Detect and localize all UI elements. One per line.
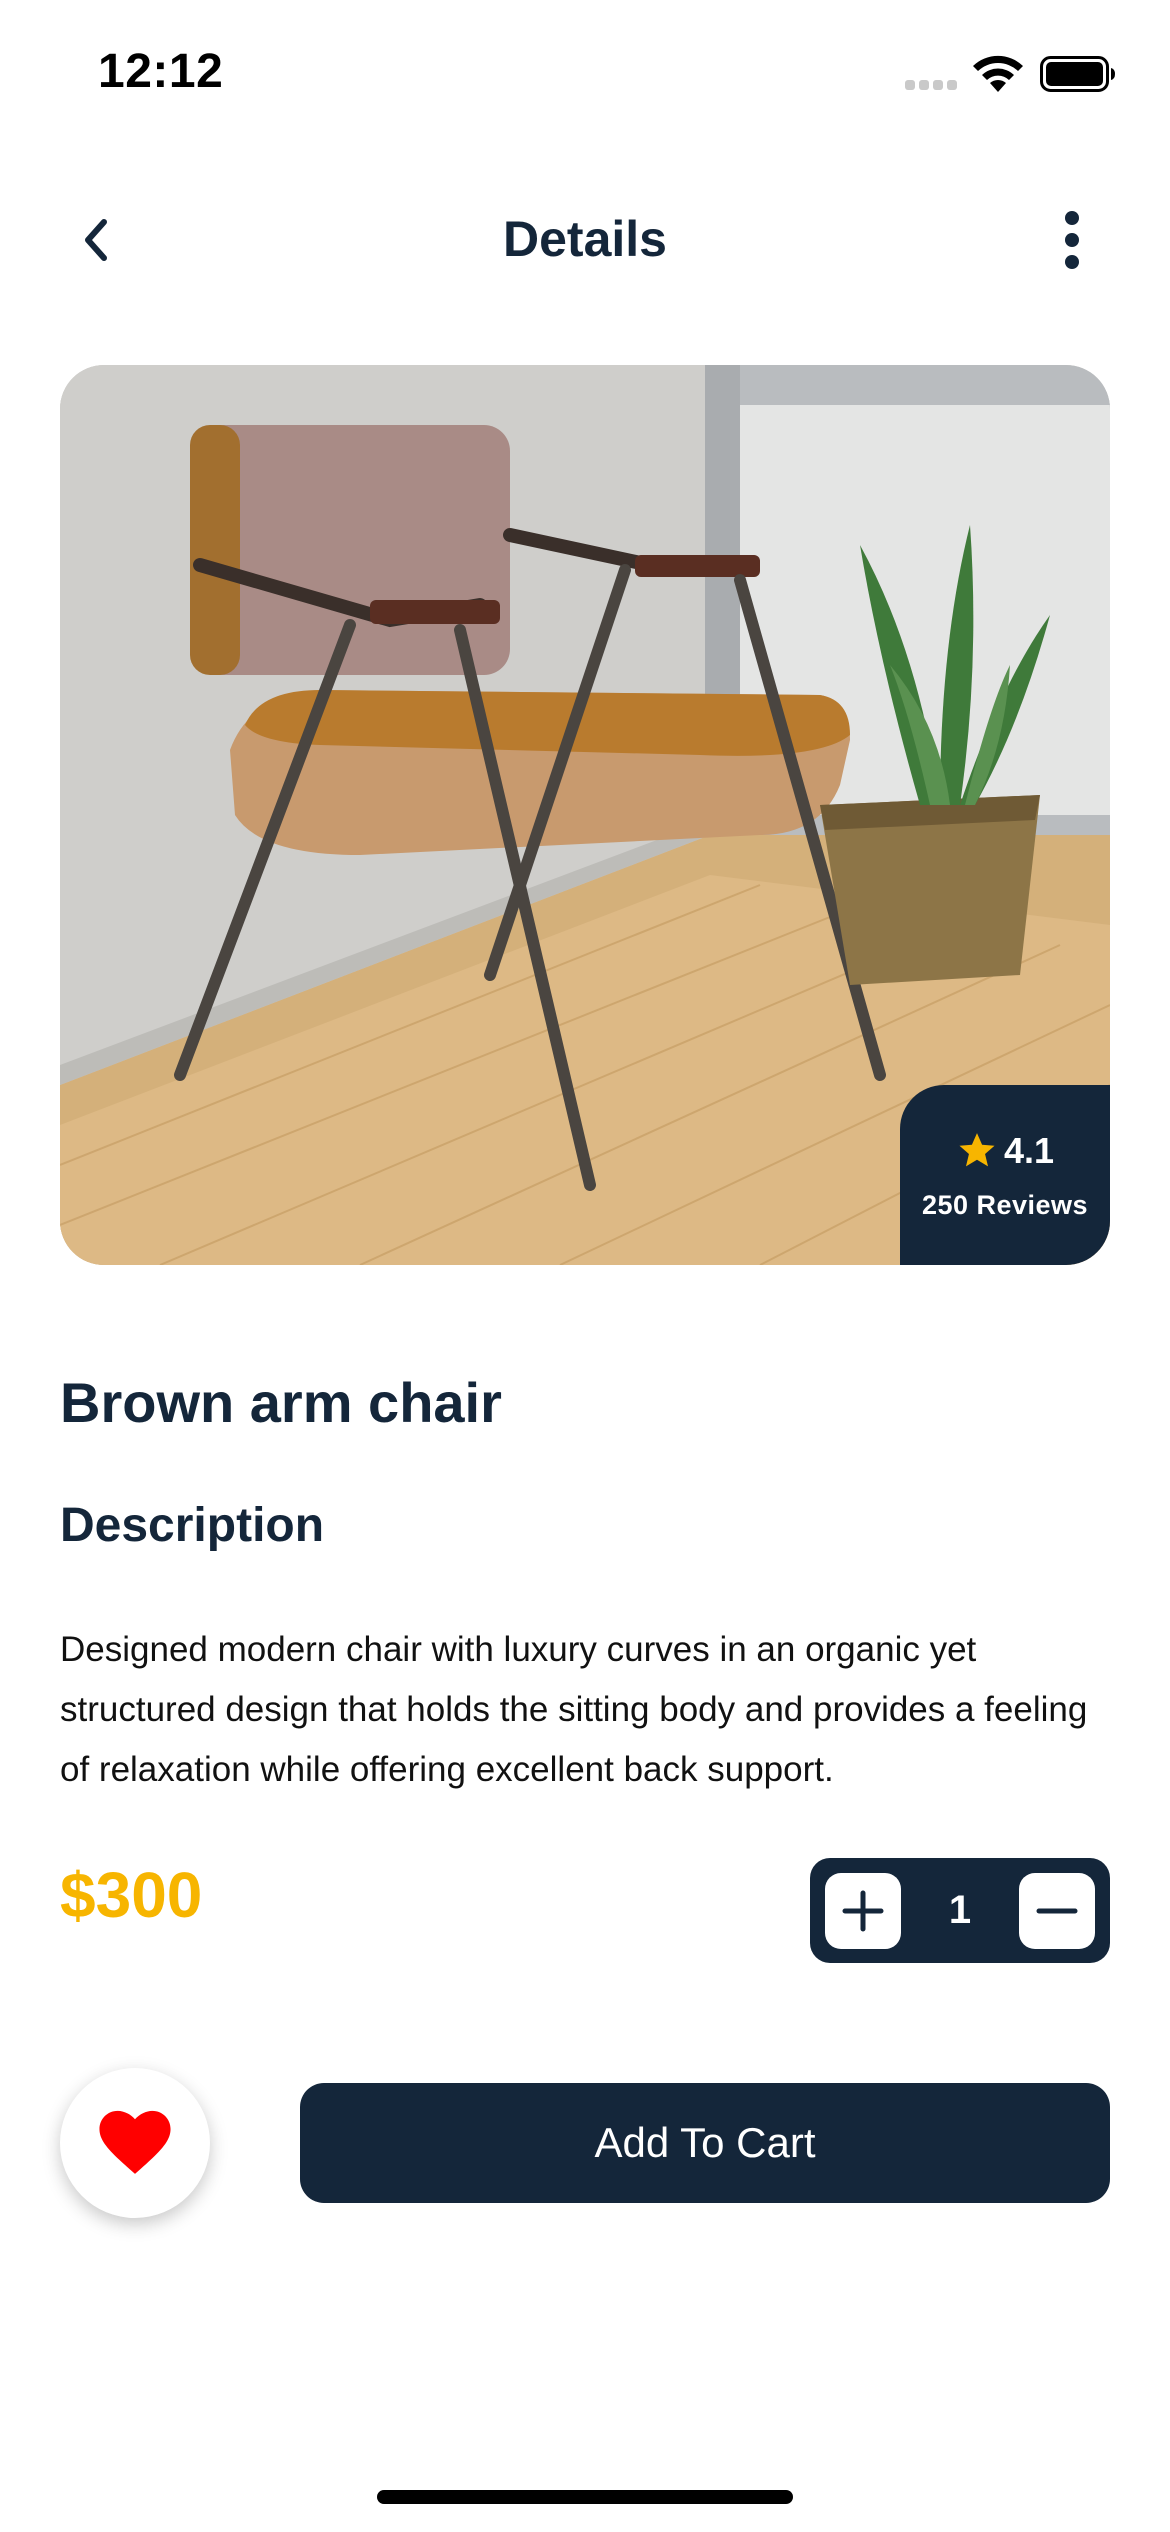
rating-value: 4.1 bbox=[1003, 1129, 1055, 1171]
star-icon bbox=[959, 1132, 995, 1166]
product-price: $300 bbox=[60, 1859, 203, 1931]
status-time: 12:12 bbox=[98, 45, 224, 98]
rating-row: 4.1 bbox=[956, 1130, 1054, 1172]
decrease-quantity-button[interactable] bbox=[1019, 1872, 1095, 1949]
product-image: 4.1 250 Reviews bbox=[60, 365, 1110, 1265]
more-vertical-icon bbox=[1065, 211, 1079, 269]
battery-icon bbox=[1040, 56, 1115, 92]
plus-icon bbox=[842, 1890, 884, 1931]
favorite-button[interactable] bbox=[60, 2068, 210, 2218]
product-name: Brown arm chair bbox=[60, 1371, 502, 1434]
rating-badge: 4.1 250 Reviews bbox=[900, 1085, 1110, 1265]
description-heading: Description bbox=[60, 1499, 325, 1552]
page-title: Details bbox=[503, 211, 667, 267]
description-text: Designed modern chair with luxury curves… bbox=[60, 1630, 1088, 1789]
increase-quantity-button[interactable] bbox=[825, 1872, 901, 1949]
add-to-cart-button[interactable]: Add To Cart bbox=[300, 2083, 1110, 2203]
cellular-signal-icon bbox=[905, 80, 961, 94]
quantity-stepper: 1 bbox=[810, 1858, 1110, 1963]
heart-icon bbox=[99, 2110, 171, 2174]
quantity-value: 1 bbox=[948, 1888, 972, 1932]
home-indicator[interactable] bbox=[377, 2490, 793, 2504]
minus-icon bbox=[1036, 1908, 1078, 1913]
wifi-icon bbox=[973, 55, 1023, 92]
review-count[interactable]: 250 Reviews bbox=[922, 1190, 1088, 1221]
more-options-button[interactable] bbox=[1040, 208, 1104, 272]
status-bar: 12:12 bbox=[0, 0, 1170, 150]
top-app-bar: Details bbox=[0, 190, 1170, 290]
